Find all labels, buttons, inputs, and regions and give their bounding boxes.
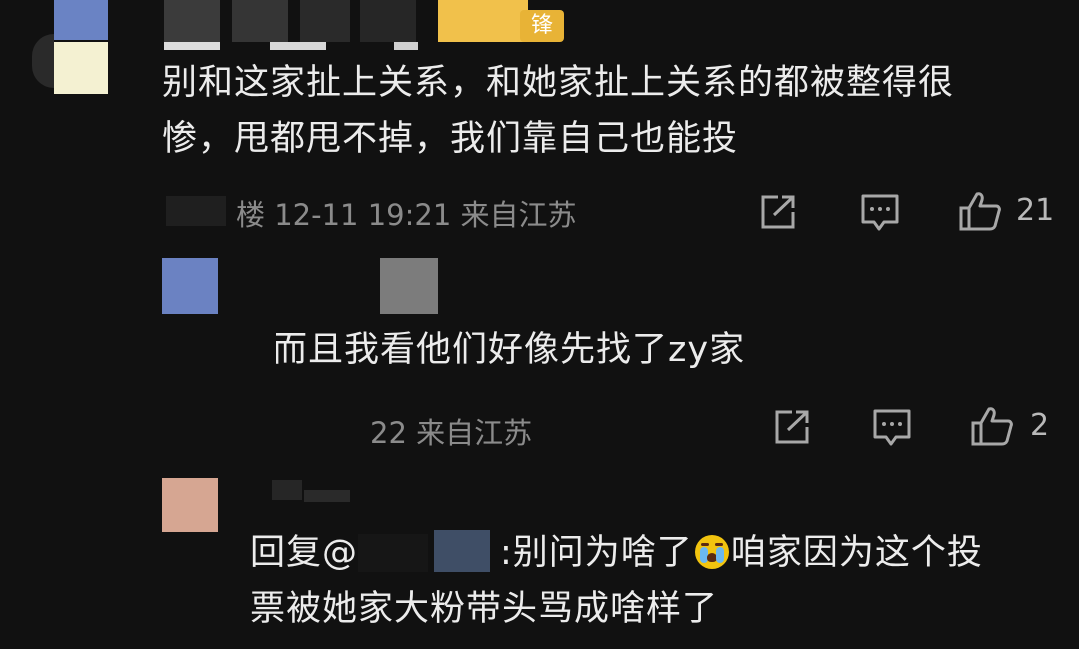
thumbs-up-icon[interactable] (970, 405, 1014, 447)
comment-text-line: 别和这家扯上关系，和她家扯上关系的都被整得很 (162, 63, 955, 103)
like-count: 2 (1030, 408, 1050, 443)
meta-redacted (166, 196, 226, 226)
comment-icon[interactable] (872, 408, 912, 448)
reply-suffix: 咱家因为这个投 (730, 533, 983, 573)
comment-text-line: 惨，甩都甩不掉，我们靠自己也能投 (162, 119, 739, 159)
username-redacted[interactable] (380, 258, 438, 314)
comment-icon[interactable] (860, 193, 900, 233)
comment-meta: 楼 12-11 19:21 来自江苏 (236, 198, 577, 232)
username-redacted[interactable]: 锋 (160, 0, 570, 50)
like-count: 21 (1016, 193, 1055, 228)
comment-text-line: 票被她家大粉带头骂成啥样了 (250, 589, 719, 629)
user-badge: 锋 (520, 10, 564, 42)
share-icon[interactable] (758, 193, 798, 231)
username-redacted[interactable] (252, 480, 352, 506)
reply-mid: :别问为啥了 (500, 533, 693, 573)
comment-text-line: 回复@ :别问为啥了 咱家因为这个投 (250, 526, 983, 580)
reply-prefix: 回复@ (250, 533, 359, 573)
share-icon[interactable] (772, 408, 812, 446)
avatar[interactable] (32, 0, 110, 96)
mention-redacted[interactable] (358, 534, 429, 572)
loudly-crying-emoji (694, 535, 729, 569)
thumbs-up-icon[interactable] (958, 190, 1002, 232)
comment-meta: 22 来自江苏 (370, 416, 533, 450)
mention-redacted-block[interactable] (434, 530, 491, 572)
comment-text-line: 而且我看他们好像先找了zy家 (272, 330, 746, 370)
text-redacted-edge (268, 330, 276, 370)
avatar[interactable] (162, 478, 218, 532)
avatar[interactable] (162, 258, 218, 314)
